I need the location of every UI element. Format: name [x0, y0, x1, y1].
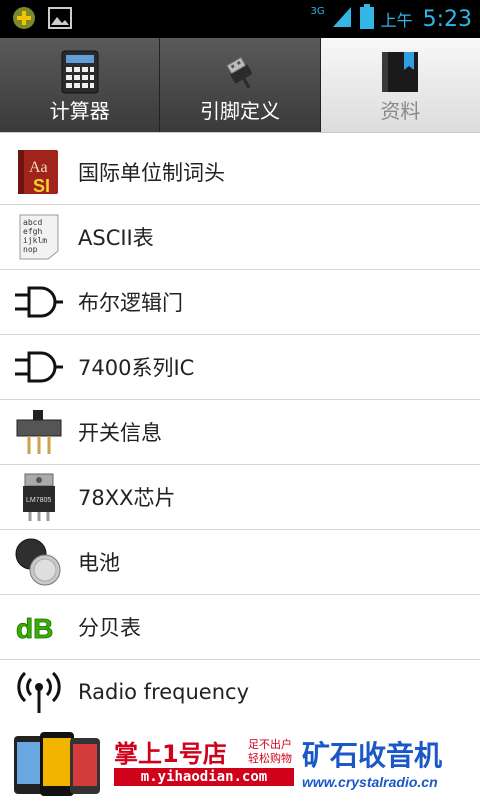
list-item[interactable]: LM7805 78XX芯片: [0, 465, 480, 530]
ad-shop-title: 掌上1号店: [114, 740, 227, 768]
antenna-icon: [14, 667, 64, 717]
ad-radio: 矿石收音机 www.crystalradio.cn: [302, 728, 480, 800]
usb-plug-icon: [218, 50, 262, 94]
tab-bar: 计算器 引脚定义 资料: [0, 38, 480, 132]
list-item[interactable]: 布尔逻辑门: [0, 270, 480, 335]
list-item-label: ASCII表: [78, 226, 154, 250]
svg-text:Aa: Aa: [29, 159, 48, 176]
list-item-label: 国际单位制词头: [78, 161, 225, 185]
list-item-label: 分贝表: [78, 616, 141, 640]
tab-divider: [0, 132, 480, 139]
logic-gate-icon: [14, 277, 64, 327]
svg-text:efgh: efgh: [23, 227, 42, 236]
list-item[interactable]: Radio frequency: [0, 660, 480, 724]
ad-banner[interactable]: 掌上1号店 足不出户 轻松购物 m.yihaodian.com 矿石收音机 ww…: [0, 728, 480, 800]
tab-label-reference: 资料: [380, 99, 421, 123]
tab-pin-definitions[interactable]: 引脚定义: [160, 38, 321, 132]
svg-text:nop: nop: [23, 245, 38, 254]
ampm-text: 上午: [380, 11, 413, 30]
ad-shop: 掌上1号店 足不出户 轻松购物 m.yihaodian.com: [112, 728, 302, 800]
network-type-text: 3G: [310, 5, 325, 17]
list-item-label: 78XX芯片: [78, 486, 176, 510]
list-item-label: 电池: [78, 551, 120, 575]
list-item[interactable]: 电池: [0, 530, 480, 595]
tab-label-calculator: 计算器: [49, 99, 110, 123]
coin-battery-icon: [14, 537, 64, 587]
list-item-label: 7400系列IC: [78, 356, 195, 380]
app-notification-icon: [12, 6, 36, 34]
ascii-table-icon: abcd efgh ijklm nop: [14, 212, 64, 262]
clock-text: 5:23: [422, 6, 472, 32]
svg-text:LM7805: LM7805: [26, 497, 51, 504]
ad-phones-image: [0, 728, 112, 800]
svg-text:ijklm: ijklm: [23, 236, 47, 245]
slide-switch-icon: [14, 407, 64, 457]
list-item-label: Radio frequency: [78, 680, 250, 704]
status-bar: 3G 上午 5:23: [0, 0, 480, 38]
tab-label-pin-definitions: 引脚定义: [199, 99, 280, 123]
dictionary-si-icon: Aa SI: [14, 147, 64, 197]
ad-radio-title: 矿石收音机: [302, 739, 443, 772]
bookmark-book-icon: [378, 50, 422, 94]
list-item-label: 开关信息: [78, 421, 162, 445]
list-item[interactable]: 7400系列IC: [0, 335, 480, 400]
list-item[interactable]: 开关信息: [0, 400, 480, 465]
decibel-icon: dB: [14, 602, 64, 652]
ad-radio-url: www.crystalradio.cn: [302, 774, 438, 790]
svg-text:abcd: abcd: [23, 218, 42, 227]
list-item[interactable]: Aa SI 国际单位制词头: [0, 140, 480, 205]
tab-reference[interactable]: 资料: [320, 38, 480, 132]
reference-list: Aa SI 国际单位制词头 abcd efgh ijklm nop ASCII表…: [0, 140, 480, 724]
logic-gate-icon: [14, 342, 64, 392]
signal-icon: [331, 5, 353, 33]
list-item-label: 布尔逻辑门: [78, 291, 183, 315]
calculator-icon: [58, 50, 102, 94]
ad-shop-slogan-2: 轻松购物: [248, 752, 292, 765]
svg-text:dB: dB: [16, 613, 53, 644]
ad-shop-url: m.yihaodian.com: [114, 768, 294, 786]
tab-calculator[interactable]: 计算器: [0, 38, 161, 132]
image-notification-icon: [48, 7, 72, 33]
list-item[interactable]: dB 分贝表: [0, 595, 480, 660]
svg-text:SI: SI: [33, 176, 50, 196]
voltage-regulator-icon: LM7805: [14, 472, 64, 522]
battery-icon: [359, 4, 375, 34]
list-item[interactable]: abcd efgh ijklm nop ASCII表: [0, 205, 480, 270]
